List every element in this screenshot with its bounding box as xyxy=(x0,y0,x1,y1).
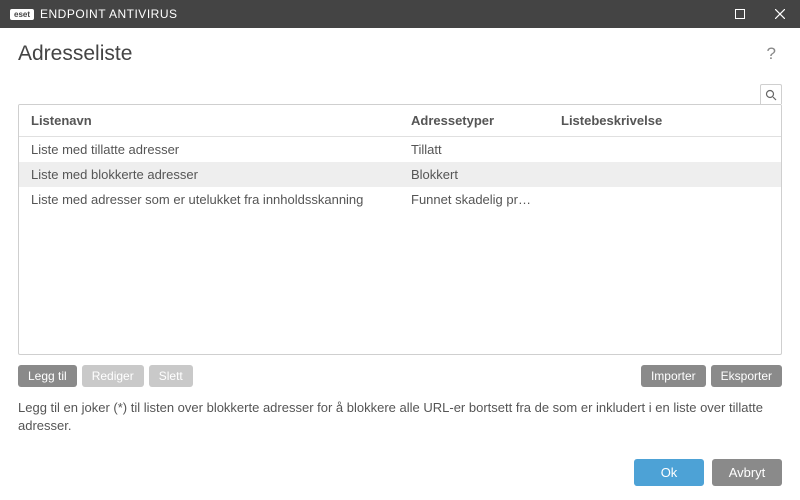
cancel-button[interactable]: Avbryt xyxy=(712,459,782,486)
window-close-button[interactable] xyxy=(760,0,800,28)
window-maximize-button[interactable] xyxy=(720,0,760,28)
column-header-type[interactable]: Adressetyper xyxy=(399,105,549,136)
close-icon xyxy=(775,9,785,19)
titlebar: eset ENDPOINT ANTIVIRUS xyxy=(0,0,800,28)
brand: eset ENDPOINT ANTIVIRUS xyxy=(10,7,177,21)
search-icon xyxy=(765,89,777,101)
search-button[interactable] xyxy=(760,84,782,104)
cell-name: Liste med blokkerte adresser xyxy=(19,162,399,187)
table-body: Liste med tillatte adresserTillattListe … xyxy=(19,137,781,354)
add-button[interactable]: Legg til xyxy=(18,365,77,387)
cell-desc xyxy=(549,187,781,212)
import-button[interactable]: Importer xyxy=(641,365,706,387)
help-icon: ? xyxy=(767,44,776,63)
column-header-name[interactable]: Listenavn xyxy=(19,105,399,136)
export-button[interactable]: Eksporter xyxy=(711,365,782,387)
cell-type: Blokkert xyxy=(399,162,549,187)
table-row[interactable]: Liste med adresser som er utelukket fra … xyxy=(19,187,781,212)
dialog-footer: Ok Avbryt xyxy=(0,449,800,500)
brand-badge: eset xyxy=(10,9,34,20)
cell-name: Liste med adresser som er utelukket fra … xyxy=(19,187,399,212)
help-button[interactable]: ? xyxy=(761,42,782,66)
table-header: Listenavn Adressetyper Listebeskrivelse xyxy=(19,105,781,137)
delete-button[interactable]: Slett xyxy=(149,365,193,387)
cell-name: Liste med tillatte adresser xyxy=(19,137,399,162)
brand-text: ENDPOINT ANTIVIRUS xyxy=(40,7,177,21)
edit-button[interactable]: Rediger xyxy=(82,365,144,387)
cell-type: Tillatt xyxy=(399,137,549,162)
cell-type: Funnet skadelig programv... xyxy=(399,187,549,212)
cell-desc xyxy=(549,162,781,187)
cell-desc xyxy=(549,137,781,162)
maximize-icon xyxy=(735,9,745,19)
ok-button[interactable]: Ok xyxy=(634,459,704,486)
address-list-table: Listenavn Adressetyper Listebeskrivelse … xyxy=(18,104,782,355)
table-row[interactable]: Liste med tillatte adresserTillatt xyxy=(19,137,781,162)
column-header-desc[interactable]: Listebeskrivelse xyxy=(549,105,781,136)
page-title: Adresseliste xyxy=(18,42,132,66)
table-row[interactable]: Liste med blokkerte adresserBlokkert xyxy=(19,162,781,187)
hint-text: Legg til en joker (*) til listen over bl… xyxy=(18,399,782,435)
